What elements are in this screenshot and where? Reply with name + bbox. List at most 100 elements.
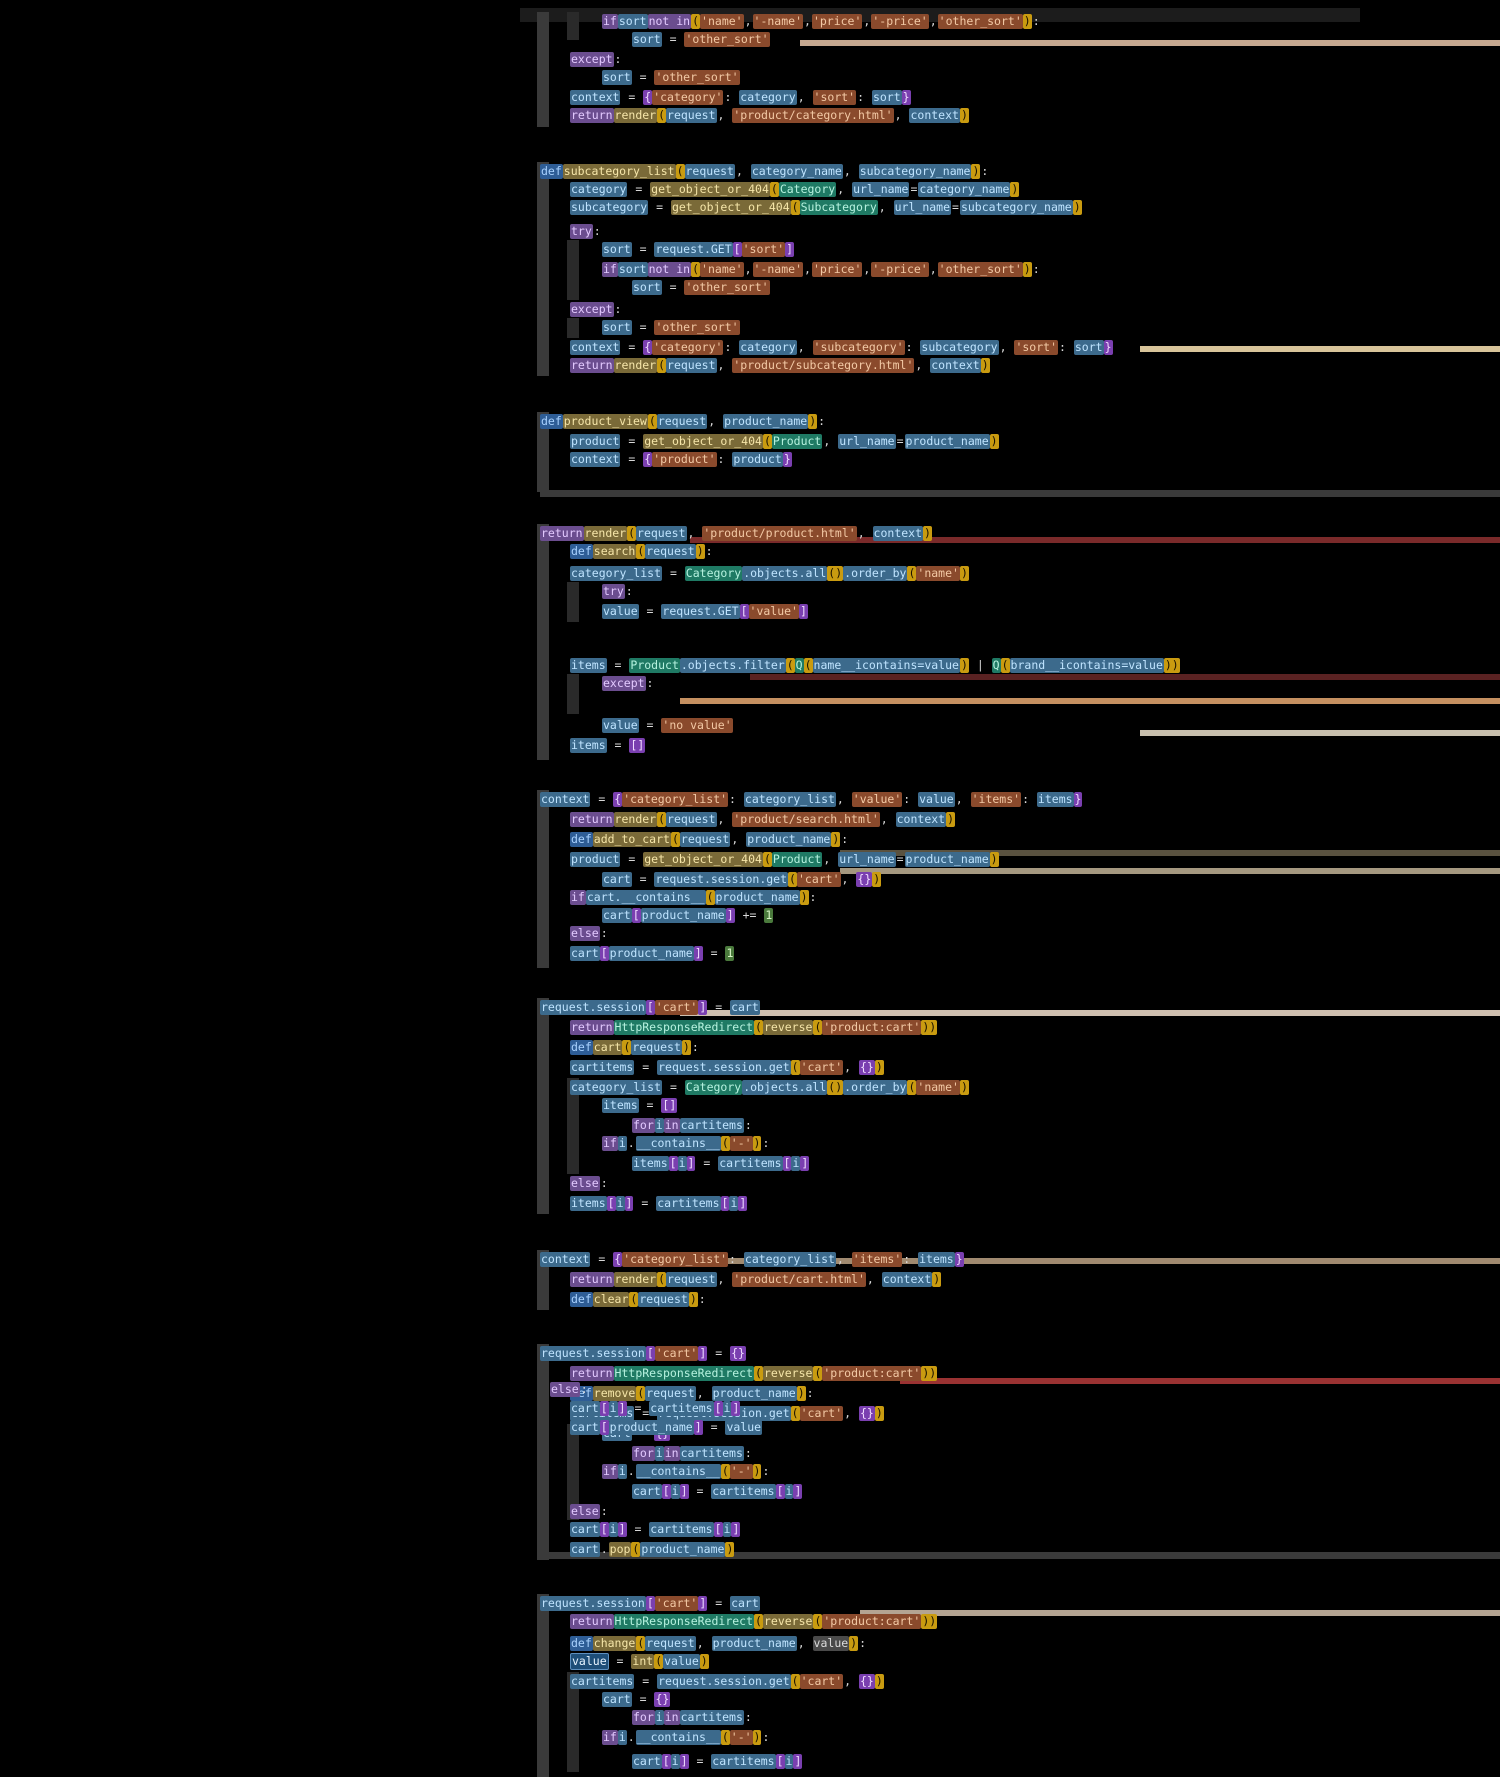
- code-line[interactable]: sort = request.GET['sort']: [602, 240, 795, 259]
- code-line[interactable]: def clear(request):: [570, 1290, 707, 1309]
- code-token-brk: ]: [698, 1346, 708, 1361]
- code-line[interactable]: category = get_object_or_404(Category, u…: [570, 180, 1020, 199]
- code-line[interactable]: items = []: [602, 1096, 678, 1115]
- code-line[interactable]: cart = {}: [602, 1690, 671, 1709]
- code-line[interactable]: cart[product_name] = 1: [570, 944, 735, 963]
- code-line[interactable]: if i. __contains__('-'):: [602, 1728, 770, 1747]
- code-line[interactable]: items[i] = cartitems[i]: [570, 1194, 748, 1213]
- code-token-str: 'value': [748, 604, 799, 619]
- code-token-par: (: [790, 200, 800, 215]
- code-token-par: (: [790, 1060, 800, 1075]
- code-line[interactable]: category_list = Category .objects.all() .o…: [570, 1078, 969, 1097]
- code-line[interactable]: cart[product_name] = value: [570, 1418, 763, 1437]
- code-token-par: (: [657, 812, 667, 827]
- code-token-op: ,: [696, 1636, 711, 1650]
- code-line[interactable]: else:: [570, 1502, 609, 1521]
- code-token-op: :: [593, 224, 601, 238]
- code-token-str: 'cart': [799, 1674, 844, 1689]
- code-token-fn: get_object_or_404: [670, 200, 791, 215]
- code-line[interactable]: request.session['cart'] = {}: [540, 1344, 746, 1363]
- code-token-kw: return: [570, 1020, 614, 1035]
- code-token-op: ,: [844, 1674, 858, 1688]
- code-token-kw: if: [570, 890, 586, 905]
- code-token-nm: brand__icontains=value: [1009, 658, 1164, 673]
- indent-guide: [537, 790, 549, 968]
- code-line[interactable]: else:: [550, 1380, 589, 1399]
- code-line[interactable]: return HttpResponseRedirect(reverse('prod…: [570, 1018, 938, 1037]
- code-token-op: :: [809, 890, 817, 904]
- code-line[interactable]: cart = request.session.get('cart', {}): [602, 870, 882, 889]
- code-line[interactable]: cart[product_name] += 1: [602, 906, 774, 925]
- code-line[interactable]: cartitems = request.session.get('cart', …: [570, 1672, 884, 1691]
- code-token-op: ,: [823, 852, 838, 866]
- code-editor[interactable]: if sort not in('name', '-name','price', '-pr…: [0, 0, 1500, 1777]
- code-line[interactable]: try:: [570, 222, 602, 241]
- code-token-op: =: [708, 1346, 730, 1360]
- code-line[interactable]: context = {'product': product}: [570, 450, 792, 469]
- code-line[interactable]: items = []: [570, 736, 646, 755]
- code-line[interactable]: product = get_object_or_404(Product, url…: [570, 850, 999, 869]
- code-line[interactable]: return render(request, 'product/search.ht…: [570, 810, 956, 829]
- code-line[interactable]: except:: [570, 300, 622, 319]
- code-token-nm: request.GET: [654, 242, 733, 257]
- code-line[interactable]: return render(request, 'product/cart.html…: [570, 1270, 942, 1289]
- code-token-str: 'cart': [654, 1346, 699, 1361]
- code-line[interactable]: sort = 'other_sort': [602, 318, 740, 337]
- code-token-nm: cartitems: [570, 1060, 635, 1075]
- code-line[interactable]: subcategory = get_object_or_404(Subcateg…: [570, 198, 1082, 217]
- code-line[interactable]: if sort not in('name', '-name','price', '-pr…: [602, 260, 1041, 279]
- code-line[interactable]: return render(request, 'product/category.…: [570, 106, 969, 125]
- code-line[interactable]: category_list = Category .objects.all() .o…: [570, 564, 969, 583]
- code-line[interactable]: return HttpResponseRedirect(reverse('prod…: [570, 1612, 938, 1631]
- code-line[interactable]: sort = 'other_sort': [602, 68, 740, 87]
- code-line[interactable]: def product_view(request, product_name):: [540, 412, 826, 431]
- code-line[interactable]: request.session['cart'] = cart: [540, 1594, 760, 1613]
- code-line[interactable]: cart[i] = cartitems[i]: [570, 1520, 741, 1539]
- code-line[interactable]: return render(request, 'product/subcatego…: [570, 356, 990, 375]
- code-token-sel: value: [570, 1653, 609, 1670]
- code-line[interactable]: context = {'category': category, 'subcat…: [570, 338, 1113, 357]
- code-line[interactable]: if i. __contains__('-'):: [602, 1462, 770, 1481]
- code-line[interactable]: for i in cartitems:: [632, 1116, 753, 1135]
- code-line[interactable]: else:: [570, 1174, 609, 1193]
- code-line[interactable]: cart[i] = cartitems[i]: [570, 1399, 741, 1418]
- code-token-nm: url_name: [838, 434, 896, 449]
- code-line[interactable]: value = 'no value': [602, 716, 733, 735]
- code-line[interactable]: request.session['cart'] = cart: [540, 998, 760, 1017]
- code-line[interactable]: sort = 'other_sort': [632, 278, 770, 297]
- code-line[interactable]: except:: [602, 674, 654, 693]
- code-line[interactable]: context = {'category': category, 'sort':…: [570, 88, 911, 107]
- highlight-trail: [1140, 730, 1500, 736]
- code-line[interactable]: return HttpResponseRedirect(reverse('prod…: [570, 1364, 938, 1383]
- code-line[interactable]: items[i] = cartitems[i]: [632, 1154, 810, 1173]
- code-line[interactable]: value = request.GET['value']: [602, 602, 808, 621]
- code-line[interactable]: context = {'category_list': category_lis…: [540, 790, 1083, 809]
- code-line[interactable]: if i. __contains__('-'):: [602, 1134, 770, 1153]
- code-line[interactable]: def subcategory_list(request, category_na…: [540, 162, 989, 181]
- code-token-op: =: [896, 434, 904, 448]
- code-line[interactable]: def change(request, product_name, value):: [570, 1634, 867, 1653]
- code-line[interactable]: for i in cartitems:: [632, 1708, 753, 1727]
- code-line[interactable]: cart. pop(product_name): [570, 1540, 735, 1559]
- code-line[interactable]: context = {'category_list': category_lis…: [540, 1250, 964, 1269]
- code-token-fn: render: [613, 108, 658, 123]
- code-line[interactable]: cart[i] = cartitems[i]: [632, 1752, 803, 1771]
- code-line[interactable]: for i in cartitems:: [632, 1444, 753, 1463]
- code-line[interactable]: try:: [602, 582, 634, 601]
- code-token-kw: for: [632, 1118, 655, 1133]
- code-line[interactable]: cart[i] = cartitems[i]: [632, 1482, 803, 1501]
- code-line[interactable]: else:: [570, 924, 609, 943]
- code-line[interactable]: if cart.__contains__(product_name):: [570, 888, 817, 907]
- code-line[interactable]: def cart(request):: [570, 1038, 700, 1057]
- code-line[interactable]: product = get_object_or_404(Product, url…: [570, 432, 999, 451]
- code-line[interactable]: items = Product .objects.filter(Q(name__i…: [570, 656, 1180, 675]
- code-line[interactable]: sort = 'other_sort': [632, 30, 770, 49]
- code-line[interactable]: def add_to_cart(request, product_name):: [570, 830, 849, 849]
- code-line[interactable]: return render(request, 'product/product.h…: [540, 524, 932, 543]
- code-token-kw: else: [550, 1382, 580, 1397]
- code-line[interactable]: cartitems = request.session.get('cart', …: [570, 1058, 884, 1077]
- code-line[interactable]: def search(request):: [570, 542, 714, 561]
- code-line[interactable]: if sort not in('name', '-name','price', '-pr…: [602, 12, 1041, 31]
- code-line[interactable]: except:: [570, 50, 622, 69]
- code-line[interactable]: value = int(value): [570, 1652, 709, 1671]
